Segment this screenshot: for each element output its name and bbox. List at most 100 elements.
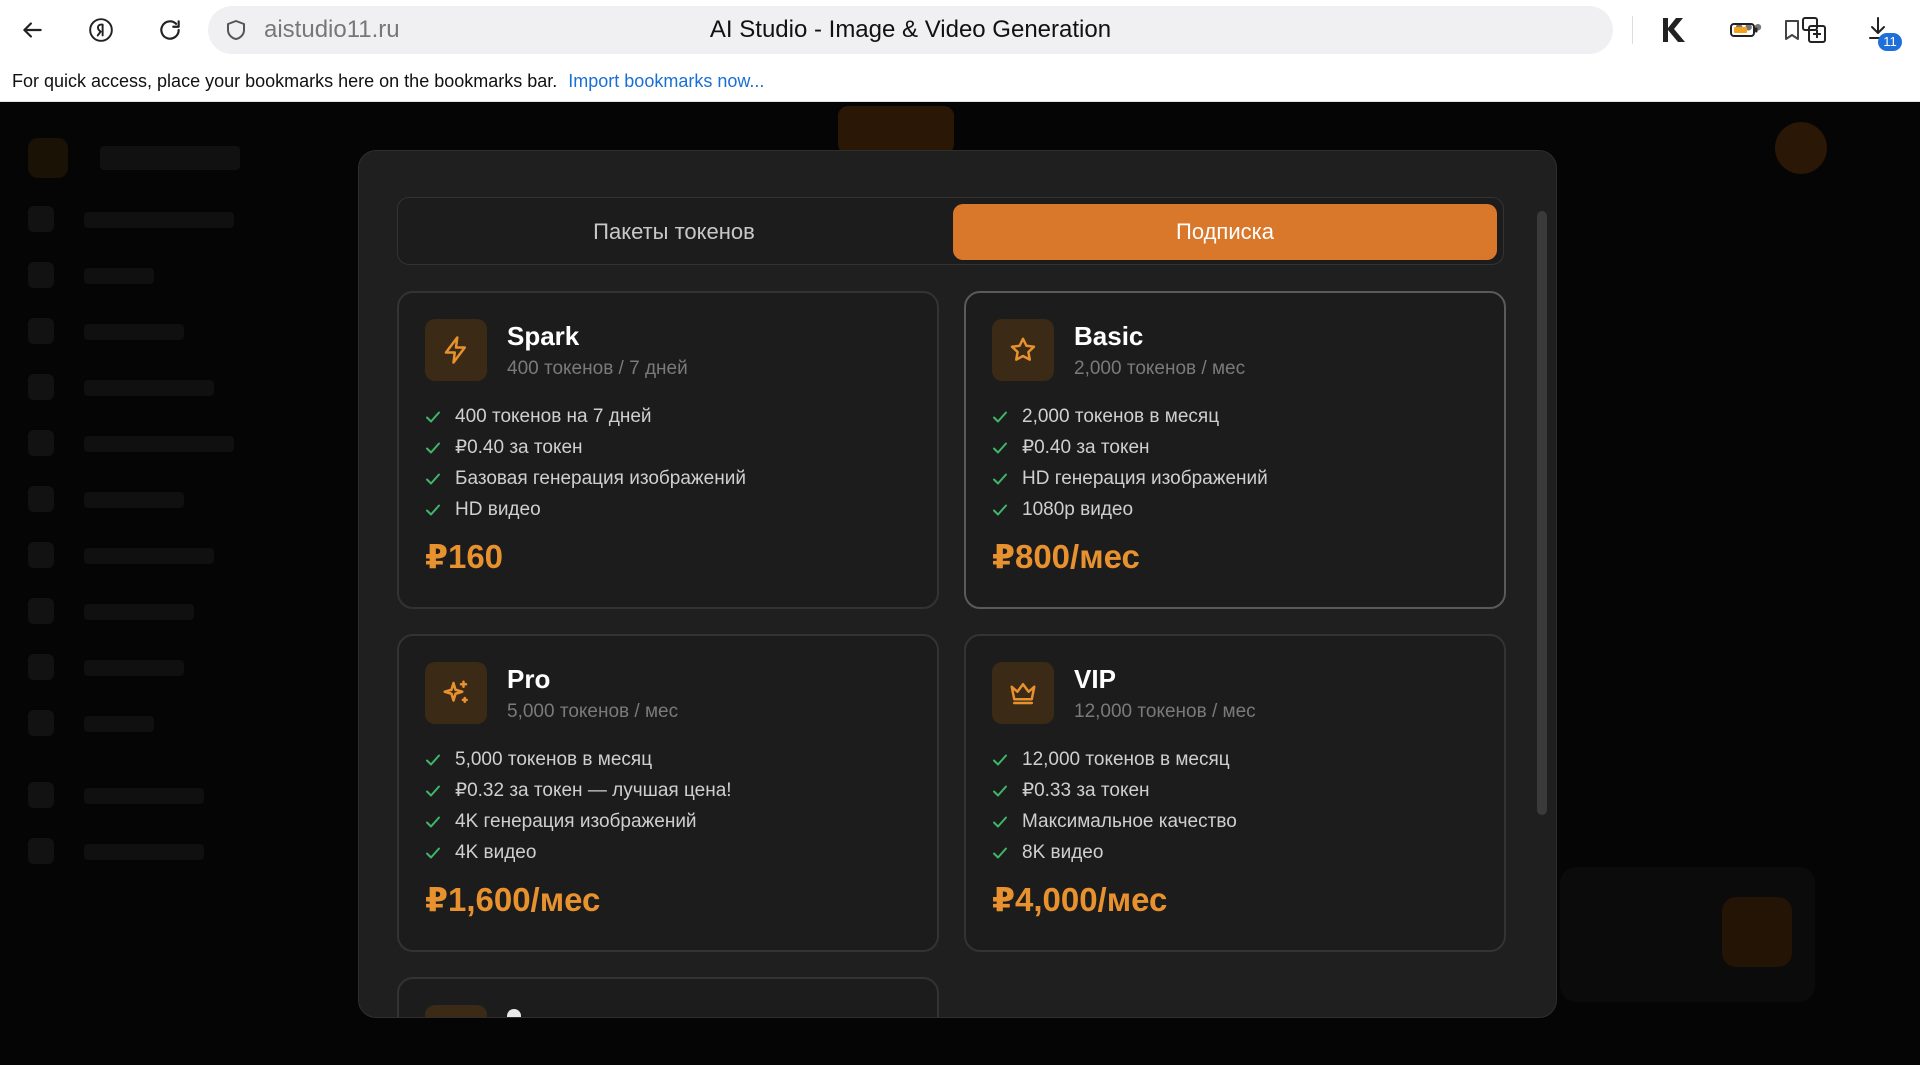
sparkles-icon: [425, 662, 487, 724]
check-icon: [993, 504, 1007, 515]
feature-item: ₽0.40 за токен: [425, 432, 746, 463]
feature-text: Максимальное качество: [1022, 810, 1237, 832]
plan-name: VIP: [1074, 664, 1116, 694]
app-logo-text: [100, 146, 240, 170]
feature-text: 4K генерация изображений: [455, 810, 697, 832]
plan-price: ₽160: [425, 538, 504, 575]
plan-subtitle: 2,000 токенов / мес: [1074, 358, 1246, 379]
sidebar-item: [28, 206, 308, 234]
app-logo: [28, 138, 68, 178]
plan-features: 5,000 токенов в месяц ₽0.32 за токен — л…: [425, 744, 732, 868]
feature-item: 2,000 токенов в месяц: [992, 401, 1268, 432]
reload-icon: [160, 20, 180, 40]
check-icon: [993, 816, 1007, 827]
plan-name: Pro: [507, 664, 551, 694]
check-icon: [993, 411, 1007, 422]
feature-item: 12,000 токенов в месяц: [992, 744, 1237, 775]
page-title: AI Studio - Image & Video Generation: [709, 16, 1112, 43]
check-icon: [993, 442, 1007, 453]
feature-item: ₽0.40 за токен: [992, 432, 1268, 463]
plan-subtitle: 400 токенов / 7 дней: [507, 358, 688, 379]
feature-text: 400 токенов на 7 дней: [455, 405, 652, 427]
browser-toolbar: aistudio11.ru AI Studio - Image & Video …: [0, 0, 1920, 60]
plan-features: 12,000 токенов в месяц ₽0.33 за токен Ма…: [992, 744, 1237, 868]
toolbar-divider: [1632, 16, 1633, 44]
check-icon: [426, 847, 440, 858]
plan-card-partial[interactable]: [397, 977, 939, 1017]
reload-button[interactable]: [150, 10, 190, 50]
sidebar-item: [28, 318, 308, 346]
check-icon: [426, 442, 440, 453]
sidebar-item: [28, 838, 308, 866]
check-icon: [426, 473, 440, 484]
feature-item: 8K видео: [992, 837, 1237, 868]
plan-features: 2,000 токенов в месяц ₽0.40 за токен HD …: [992, 401, 1268, 525]
collections-icon[interactable]: [1798, 14, 1830, 46]
back-arrow-icon: [23, 22, 42, 38]
plan-icon-partial: [425, 1005, 487, 1017]
feature-item: 4K видео: [425, 837, 732, 868]
lightning-icon: [425, 319, 487, 381]
feature-item: 4K генерация изображений: [425, 806, 732, 837]
check-icon: [993, 847, 1007, 858]
plan-features: 400 токенов на 7 дней ₽0.40 за токен Баз…: [425, 401, 746, 525]
feature-text: 5,000 токенов в месяц: [455, 748, 653, 770]
check-icon: [426, 816, 440, 827]
feature-text: 2,000 токенов в месяц: [1022, 405, 1220, 427]
address-bar[interactable]: aistudio11.ru AI Studio - Image & Video …: [208, 6, 1799, 54]
sidebar-item: [28, 710, 308, 738]
feature-text: HD видео: [455, 498, 541, 520]
feature-text: ₽0.32 за токен — лучшая цена!: [455, 780, 732, 801]
sidebar-item: [28, 654, 308, 682]
plan-card-basic[interactable]: Basic 2,000 токенов / мес 2,000 токенов …: [964, 291, 1506, 609]
plan-price: ₽1,600/мес: [425, 881, 601, 918]
tab-token-packages[interactable]: Пакеты токенов: [402, 204, 946, 260]
feature-text: ₽0.40 за токен: [455, 437, 583, 458]
plan-subtitle: 5,000 токенов / мес: [507, 701, 679, 722]
import-bookmarks-link[interactable]: Import bookmarks now...: [568, 71, 764, 91]
feature-text: HD генерация изображений: [1022, 467, 1268, 489]
bookmarks-bar-message: For quick access, place your bookmarks h…: [12, 71, 558, 91]
feature-item: 1080p видео: [992, 494, 1268, 525]
bookmarks-bar: For quick access, place your bookmarks h…: [0, 60, 1920, 102]
tab-subscription[interactable]: Подписка: [953, 204, 1497, 260]
sidebar-item: [28, 374, 308, 402]
yandex-button[interactable]: [81, 10, 121, 50]
feature-item: ₽0.33 за токен: [992, 775, 1237, 806]
background-card-button: [1722, 897, 1792, 967]
check-icon: [993, 754, 1007, 765]
kinopoisk-extension-icon[interactable]: [1658, 14, 1690, 46]
feature-text: ₽0.40 за токен: [1022, 437, 1150, 458]
feature-text: 8K видео: [1022, 841, 1104, 863]
modal-scrollbar[interactable]: [1537, 211, 1547, 815]
plan-price: ₽800/мес: [992, 538, 1140, 575]
feature-text: 4K видео: [455, 841, 537, 863]
back-button[interactable]: [12, 10, 52, 50]
plan-name: Spark: [507, 321, 580, 351]
check-icon: [993, 473, 1007, 484]
downloads-count-badge: 11: [1878, 33, 1902, 51]
feature-item: Базовая генерация изображений: [425, 463, 746, 494]
plan-card-pro[interactable]: Pro 5,000 токенов / мес 5,000 токенов в …: [397, 634, 939, 952]
avatar: [1775, 122, 1827, 174]
sidebar-item: [28, 262, 308, 290]
plan-name: Basic: [1074, 321, 1144, 351]
star-icon: [992, 319, 1054, 381]
plan-card-spark[interactable]: Spark 400 токенов / 7 дней 400 токенов н…: [397, 291, 939, 609]
feature-item: HD генерация изображений: [992, 463, 1268, 494]
check-icon: [426, 411, 440, 422]
feature-item: 5,000 токенов в месяц: [425, 744, 732, 775]
check-icon: [993, 785, 1007, 796]
check-icon: [426, 504, 440, 515]
sidebar-item: [28, 782, 308, 810]
feature-text: 1080p видео: [1022, 498, 1134, 520]
check-icon: [426, 785, 440, 796]
feature-item: HD видео: [425, 494, 746, 525]
pricing-tabs: Пакеты токенов Подписка: [397, 197, 1504, 265]
feature-text: ₽0.33 за токен: [1022, 780, 1150, 801]
battery-icon[interactable]: [1728, 14, 1760, 46]
yandex-icon: [89, 18, 113, 42]
feature-text: 12,000 токенов в месяц: [1022, 748, 1230, 770]
sidebar-item: [28, 486, 308, 514]
plan-card-vip[interactable]: VIP 12,000 токенов / мес 12,000 токенов …: [964, 634, 1506, 952]
